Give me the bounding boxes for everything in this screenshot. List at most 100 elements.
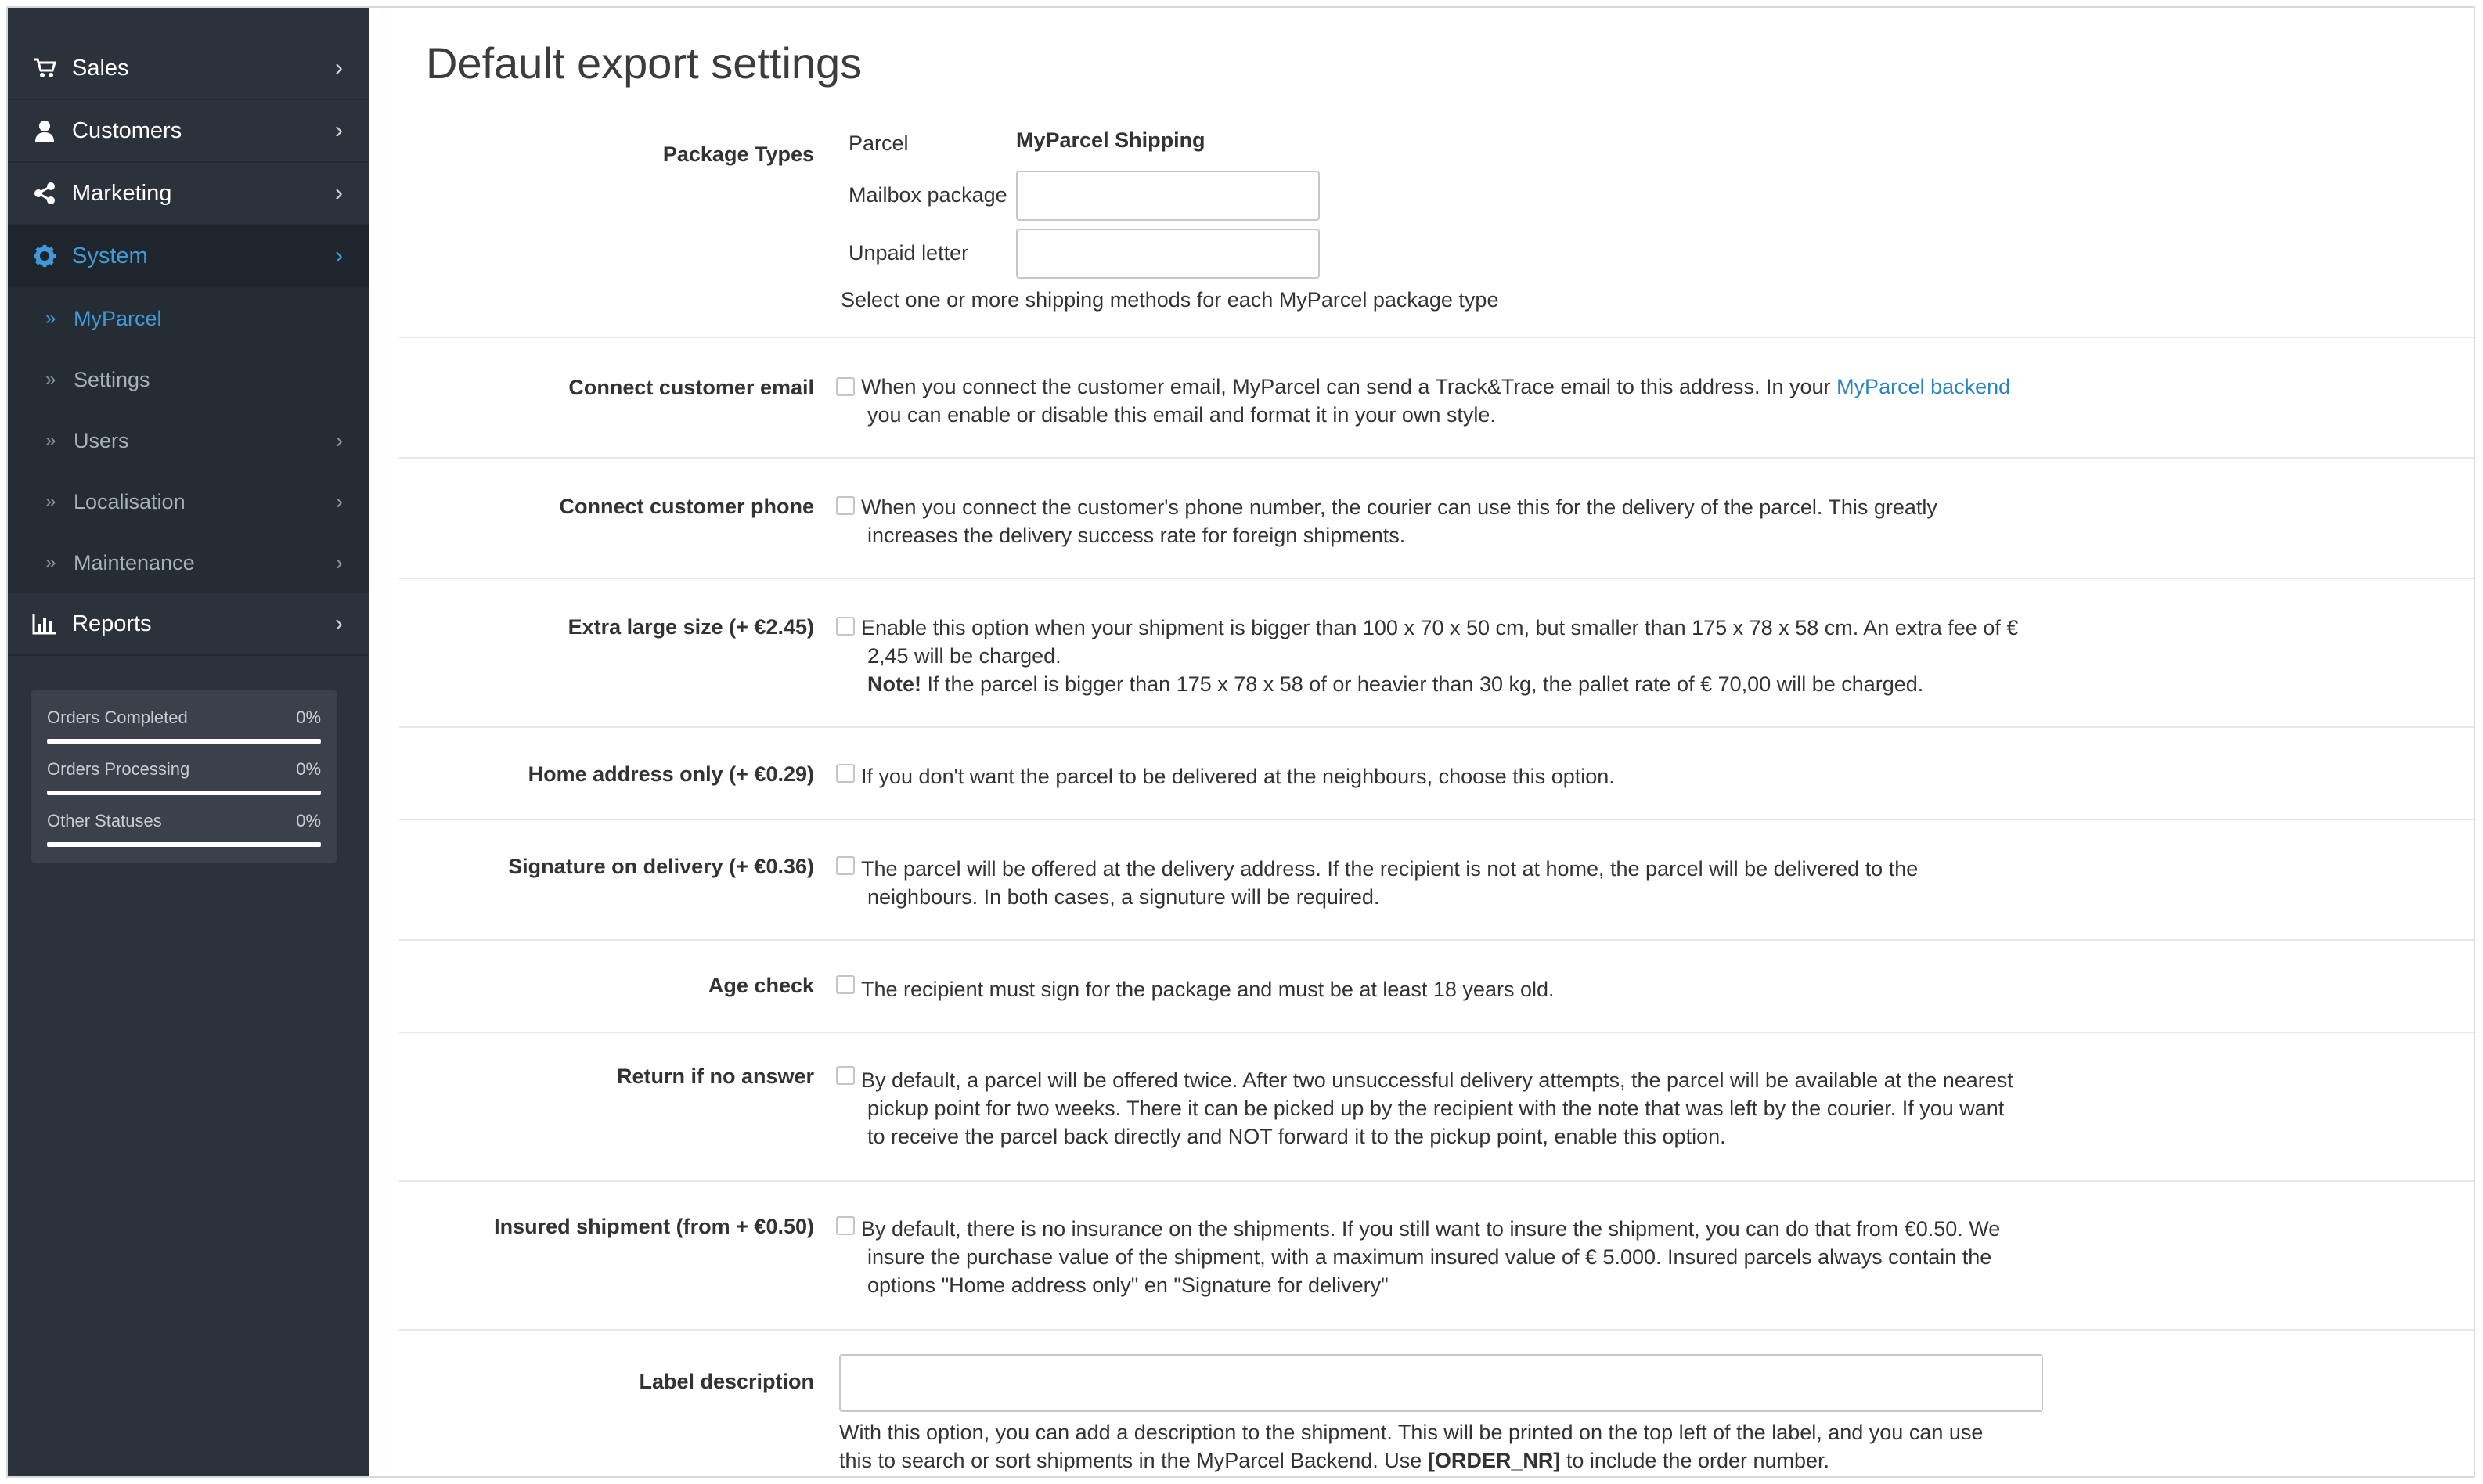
parcel-shipping-value: MyParcel Shipping bbox=[1016, 128, 1205, 152]
home-address-checkbox[interactable] bbox=[836, 764, 855, 783]
sidebar-subitem-label: Maintenance bbox=[74, 550, 195, 575]
sidebar-subitem-users[interactable]: » Users › bbox=[8, 410, 369, 471]
return-checkbox[interactable] bbox=[836, 1066, 855, 1085]
chevron-right-icon: › bbox=[335, 243, 343, 268]
extra-large-checkbox[interactable] bbox=[836, 617, 855, 636]
sidebar-subitem-label: MyParcel bbox=[74, 306, 162, 330]
row-label: Package Types bbox=[662, 142, 814, 166]
option-row-signature: Signature on delivery (+ €0.36) The parc… bbox=[399, 820, 2474, 941]
description-text: By default, there is no insurance on the… bbox=[861, 1217, 2001, 1241]
option-description: The parcel will be offered at the delive… bbox=[861, 855, 2051, 911]
label-description-input[interactable] bbox=[839, 1354, 2043, 1412]
sidebar-item-sales[interactable]: Sales › bbox=[8, 38, 369, 100]
connect-email-checkbox[interactable] bbox=[836, 377, 855, 396]
description-text: If the parcel is bigger than 175 x 78 x … bbox=[921, 672, 1924, 696]
option-description: When you connect the customer's phone nu… bbox=[861, 493, 2051, 549]
double-chevron-icon: » bbox=[45, 369, 56, 390]
myparcel-backend-link[interactable]: MyParcel backend bbox=[1836, 375, 2010, 398]
description-text: pickup point for two weeks. There it can… bbox=[867, 1097, 2005, 1120]
row-label: Connect customer phone bbox=[559, 495, 814, 518]
share-icon bbox=[31, 180, 58, 207]
chevron-right-icon: › bbox=[335, 117, 343, 143]
gear-icon bbox=[31, 243, 58, 269]
sidebar-subitem-maintenance[interactable]: » Maintenance › bbox=[8, 532, 369, 593]
description-text: increases the delivery success rate for … bbox=[867, 524, 1406, 547]
sidebar-subitem-label: Settings bbox=[74, 367, 150, 391]
description-text: 2,45 will be charged. bbox=[867, 644, 1061, 668]
app-frame: Sales › Customers › Marketing › System ›… bbox=[6, 6, 2475, 1478]
double-chevron-icon: » bbox=[45, 430, 56, 451]
option-row-age-check: Age check The recipient must sign for th… bbox=[399, 941, 2474, 1033]
stat-orders-processing: Orders Processing 0% bbox=[47, 756, 321, 808]
signature-checkbox[interactable] bbox=[836, 856, 855, 875]
insured-checkbox[interactable] bbox=[836, 1216, 855, 1235]
sidebar-item-customers[interactable]: Customers › bbox=[8, 100, 369, 163]
sidebar-subitem-myparcel[interactable]: » MyParcel bbox=[8, 288, 369, 349]
package-type-label: Unpaid letter bbox=[849, 241, 969, 265]
package-type-label: Mailbox package bbox=[849, 183, 1007, 207]
option-description: When you connect the customer email, MyP… bbox=[861, 373, 2051, 429]
chevron-right-icon: › bbox=[335, 180, 343, 206]
option-row-connect-phone: Connect customer phone When you connect … bbox=[399, 459, 2474, 579]
description-text: you can enable or disable this email and… bbox=[867, 403, 1496, 427]
stat-name: Other Statuses bbox=[47, 811, 162, 830]
double-chevron-icon: » bbox=[45, 491, 56, 512]
sidebar-subitem-localisation[interactable]: » Localisation › bbox=[8, 471, 369, 532]
stat-name: Orders Completed bbox=[47, 708, 188, 727]
description-text: The parcel will be offered at the delive… bbox=[861, 857, 1919, 881]
double-chevron-icon: » bbox=[45, 308, 56, 329]
mailbox-package-input[interactable] bbox=[1016, 171, 1320, 221]
description-text: The recipient must sign for the package … bbox=[861, 978, 1555, 1001]
help-text: this to search or sort shipments in the … bbox=[839, 1449, 1428, 1472]
cart-icon bbox=[31, 55, 58, 81]
description-text: insure the purchase value of the shipmen… bbox=[867, 1245, 1992, 1269]
help-text: to include the order number. bbox=[1560, 1449, 1830, 1472]
option-description: If you don't want the parcel to be deliv… bbox=[861, 762, 2051, 791]
description-text: If you don't want the parcel to be deliv… bbox=[861, 765, 1615, 788]
progress-bar bbox=[47, 842, 321, 847]
note-label: Note! bbox=[867, 672, 921, 696]
sidebar-item-reports[interactable]: Reports › bbox=[8, 593, 369, 656]
age-check-checkbox[interactable] bbox=[836, 975, 855, 994]
progress-bar bbox=[47, 739, 321, 744]
sidebar-subitem-settings[interactable]: » Settings bbox=[8, 349, 369, 410]
description-text: to receive the parcel back directly and … bbox=[867, 1125, 1726, 1148]
package-types-help: Select one or more shipping methods for … bbox=[841, 288, 1499, 312]
option-description: The recipient must sign for the package … bbox=[861, 975, 2051, 1003]
stat-percent: 0% bbox=[296, 759, 321, 779]
double-chevron-icon: » bbox=[45, 552, 56, 573]
sidebar-subitem-label: Users bbox=[74, 428, 129, 452]
sidebar-item-label: Marketing bbox=[72, 180, 172, 206]
label-description-row: Label description With this option, you … bbox=[399, 1331, 2474, 1476]
note-text: Note! If the parcel is bigger than 175 x… bbox=[861, 670, 2051, 698]
option-description: By default, there is no insurance on the… bbox=[861, 1215, 2051, 1299]
option-description: By default, a parcel will be offered twi… bbox=[861, 1066, 2051, 1151]
row-label: Age check bbox=[708, 974, 814, 997]
stat-orders-completed: Orders Completed 0% bbox=[47, 704, 321, 756]
option-row-return: Return if no answer By default, a parcel… bbox=[399, 1033, 2474, 1182]
connect-phone-checkbox[interactable] bbox=[836, 496, 855, 515]
chevron-right-icon: › bbox=[335, 55, 343, 81]
row-label: Connect customer email bbox=[568, 376, 814, 399]
sidebar-item-marketing[interactable]: Marketing › bbox=[8, 163, 369, 225]
chevron-right-icon: › bbox=[335, 611, 343, 636]
description-text: Enable this option when your shipment is… bbox=[861, 616, 2019, 639]
order-nr-code: [ORDER_NR] bbox=[1427, 1449, 1561, 1472]
sidebar-item-label: Reports bbox=[72, 611, 152, 636]
row-label: Extra large size (+ €2.45) bbox=[568, 615, 814, 639]
unpaid-letter-input[interactable] bbox=[1016, 229, 1320, 279]
package-type-label: Parcel bbox=[849, 131, 909, 155]
user-icon bbox=[31, 117, 58, 144]
sidebar: Sales › Customers › Marketing › System ›… bbox=[8, 8, 369, 1476]
option-description: Enable this option when your shipment is… bbox=[861, 614, 2051, 698]
sidebar-item-label: Customers bbox=[72, 117, 182, 143]
option-row-connect-email: Connect customer email When you connect … bbox=[399, 338, 2474, 459]
sidebar-item-label: System bbox=[72, 243, 148, 268]
stat-percent: 0% bbox=[296, 811, 321, 830]
sidebar-item-system[interactable]: System › bbox=[8, 225, 369, 288]
description-text: options "Home address only" en "Signatur… bbox=[867, 1273, 1389, 1297]
page-title: Default export settings bbox=[426, 38, 863, 88]
stat-percent: 0% bbox=[296, 708, 321, 727]
row-label: Signature on delivery (+ €0.36) bbox=[508, 855, 814, 878]
chevron-right-icon: › bbox=[335, 489, 343, 513]
